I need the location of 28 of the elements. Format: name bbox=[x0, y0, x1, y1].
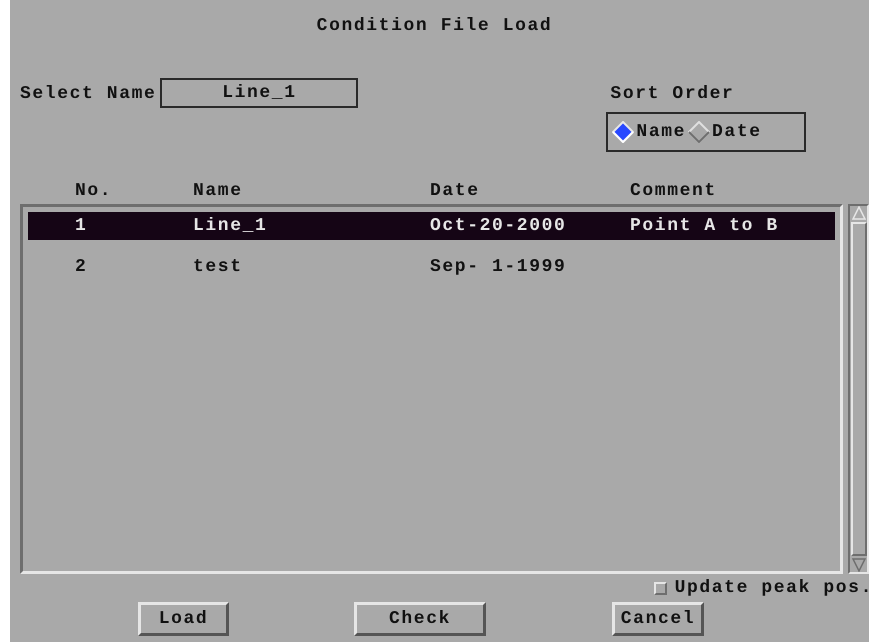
radio-label[interactable]: Name bbox=[636, 122, 686, 142]
column-header: Comment bbox=[630, 181, 718, 201]
table-cell-text: Oct-20-2000 bbox=[430, 216, 568, 236]
column-header: No. bbox=[75, 181, 114, 201]
column-header: Date bbox=[430, 181, 481, 201]
checkbox-label[interactable]: Update peak pos. bbox=[674, 578, 869, 598]
dialog-button[interactable]: Check bbox=[354, 602, 486, 636]
scroll-down-icon[interactable] bbox=[852, 558, 866, 572]
select-name-field[interactable]: Line_1 bbox=[160, 78, 358, 108]
checkbox[interactable] bbox=[654, 582, 667, 594]
table-cell-text: 2 bbox=[75, 257, 88, 277]
dialog-button[interactable]: Load bbox=[138, 602, 229, 636]
table-cell-text: Line_1 bbox=[193, 216, 268, 236]
sort-order-label: Sort Order bbox=[610, 84, 736, 104]
table-cell-text: Sep- 1-1999 bbox=[430, 257, 568, 277]
dialog-button[interactable]: Cancel bbox=[612, 602, 704, 636]
table-cell-text: test bbox=[193, 257, 244, 277]
table-cell-text: 1 bbox=[75, 216, 88, 236]
radio-button[interactable] bbox=[612, 121, 634, 143]
table-cell-text: Point A to B bbox=[630, 216, 780, 236]
scrollbar[interactable] bbox=[848, 204, 869, 574]
radio-button[interactable] bbox=[688, 121, 710, 143]
list-row[interactable]: 2 test Sep- 1-1999 bbox=[28, 253, 835, 281]
column-header: Name bbox=[193, 181, 244, 201]
list-row[interactable]: 1 Line_1 Oct-20-2000 Point A to B bbox=[28, 212, 835, 240]
window-title: Condition File Load bbox=[316, 15, 554, 38]
radio-label[interactable]: Date bbox=[712, 122, 762, 142]
select-name-label: Select Name bbox=[20, 84, 156, 104]
